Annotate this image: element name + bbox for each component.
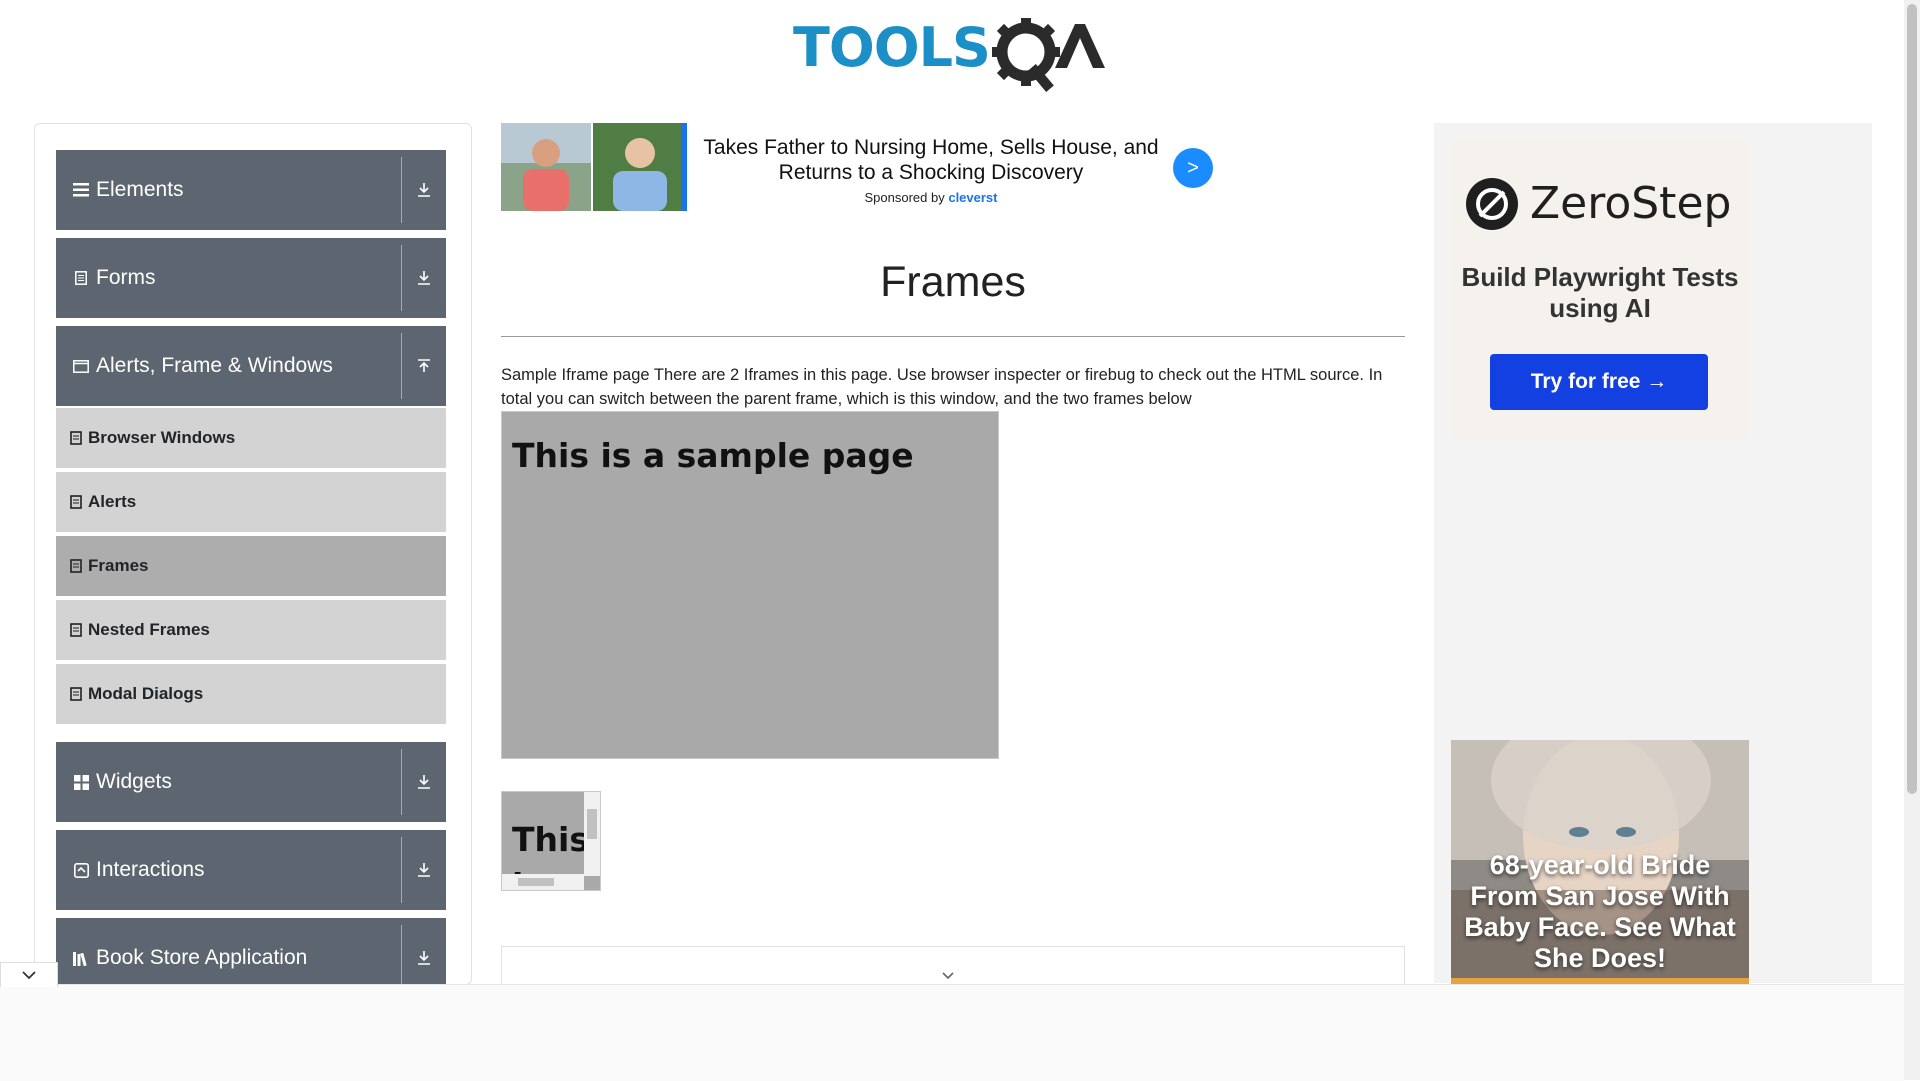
group-elements[interactable]: Elements: [56, 150, 446, 230]
download-icon[interactable]: [401, 837, 446, 903]
menu-item-label: Browser Windows: [88, 428, 236, 447]
chevron-down-icon[interactable]: [940, 970, 956, 982]
form-icon: [72, 269, 90, 287]
interactions-icon: [72, 861, 90, 879]
group-alerts-frame-windows[interactable]: Alerts, Frame & Windows: [56, 326, 446, 406]
sponsored-ad[interactable]: Takes Father to Nursing Home, Sells Hous…: [501, 123, 1231, 213]
group-title: Alerts, Frame & Windows: [96, 354, 333, 377]
group-title: Widgets: [96, 770, 172, 793]
left-panel: Elements Forms Alerts, Frame & Windows B…: [34, 123, 472, 985]
download-icon[interactable]: [401, 749, 446, 815]
page-scrollbar[interactable]: [1904, 0, 1920, 1080]
iframe-vertical-scrollbar[interactable]: [584, 792, 600, 876]
ad-thumbnail: [501, 123, 687, 211]
group-interactions[interactable]: Interactions: [56, 830, 446, 910]
list-icon: [70, 431, 82, 445]
download-icon[interactable]: [401, 157, 446, 223]
page-scroll-thumb[interactable]: [1907, 4, 1917, 794]
chevron-down-icon: [22, 971, 36, 980]
sponsored-label: Sponsored by: [864, 190, 945, 205]
iframe-large[interactable]: This is a sample page: [501, 411, 999, 759]
group-widgets[interactable]: Widgets: [56, 742, 446, 822]
download-icon[interactable]: [401, 925, 446, 984]
ad-sponsor-line: Sponsored by cleverst: [701, 190, 1161, 205]
list-icon: [70, 559, 82, 573]
menu-item-alerts[interactable]: Alerts: [56, 472, 446, 534]
group-title: Forms: [96, 266, 156, 289]
bottom-ad-strip: [0, 984, 1904, 1081]
menu-item-modal-dialogs[interactable]: Modal Dialogs: [56, 664, 446, 726]
menu-item-browser-windows[interactable]: Browser Windows: [56, 408, 446, 470]
frame-heading: This is a sample page: [512, 436, 914, 475]
ad-collapse-toggle[interactable]: [0, 962, 58, 987]
window-icon: [72, 357, 90, 375]
menu-item-label: Frames: [88, 556, 149, 575]
bride-ad[interactable]: 68-year-old Bride From San Jose With Bab…: [1451, 740, 1749, 984]
iframe-horizontal-scrollbar[interactable]: [502, 874, 584, 890]
page-description: Sample Iframe page There are 2 Iframes i…: [501, 366, 1383, 408]
sponsor-name[interactable]: cleverst: [948, 190, 997, 205]
menu-item-label: Nested Frames: [88, 620, 210, 639]
books-icon: [72, 949, 90, 967]
title-divider: [501, 336, 1405, 337]
iframe-small[interactable]: This is a sample page: [501, 791, 601, 891]
toolsqa-logo[interactable]: TOOLS: [793, 12, 1117, 92]
group-title: Book Store Application: [96, 946, 308, 969]
menu-item-label: Modal Dialogs: [88, 684, 204, 703]
page-title: Frames: [880, 258, 1026, 306]
group-book-store[interactable]: Book Store Application: [56, 918, 446, 984]
menu-item-label: Alerts: [88, 492, 137, 511]
download-icon[interactable]: [401, 245, 446, 311]
bars-icon: [72, 181, 90, 199]
group-title: Elements: [96, 178, 184, 201]
svg-text:TOOLS: TOOLS: [793, 16, 990, 79]
zerostep-tagline: Build Playwright Tests using AI: [1461, 262, 1739, 323]
widgets-icon: [72, 773, 90, 791]
zerostep-logo-icon: [1466, 178, 1518, 230]
bride-ad-caption: 68-year-old Bride From San Jose With Bab…: [1464, 850, 1736, 973]
ad-go-button[interactable]: >: [1173, 148, 1213, 188]
scroll-thumb[interactable]: [518, 878, 554, 886]
try-for-free-button[interactable]: Try for free →: [1490, 354, 1708, 410]
list-icon: [70, 687, 82, 701]
zerostep-brand: ZeroStep: [1530, 178, 1732, 229]
ad-headline[interactable]: Takes Father to Nursing Home, Sells Hous…: [701, 135, 1161, 185]
upload-icon[interactable]: [401, 333, 446, 399]
menu-item-nested-frames[interactable]: Nested Frames: [56, 600, 446, 662]
menu-item-frames[interactable]: Frames: [56, 536, 446, 598]
group-title: Interactions: [96, 858, 205, 881]
header: TOOLS: [0, 0, 1904, 100]
scroll-thumb[interactable]: [587, 809, 597, 839]
list-icon: [70, 623, 82, 637]
list-icon: [70, 495, 82, 509]
group-forms[interactable]: Forms: [56, 238, 446, 318]
